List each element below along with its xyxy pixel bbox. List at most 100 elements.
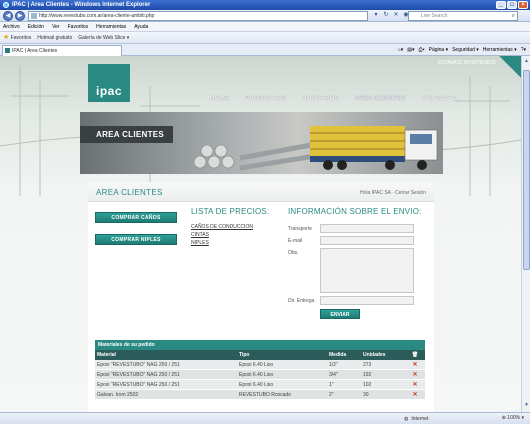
cmd-feeds-icon[interactable]: ▤▾ (407, 46, 414, 55)
ipac-logo[interactable]: ipac (88, 64, 130, 102)
price-link-niples[interactable]: NIPLES (191, 240, 209, 246)
site-nav: HOME PRODUCTOS NOSOTROS AREA CLIENTES CO… (210, 96, 457, 102)
email-input[interactable] (320, 236, 414, 245)
obs-label: Obs. (288, 250, 299, 256)
favorites-label: Favoritos (10, 35, 32, 41)
corner-ribbon (499, 56, 521, 78)
cmd-home-icon[interactable]: ⌂▾ (398, 46, 404, 55)
nav-area-clientes[interactable]: AREA CLIENTES (355, 96, 406, 102)
delete-icon[interactable]: ✕ (403, 370, 425, 380)
dropdown-icon[interactable]: ▾ (372, 11, 380, 20)
address-input[interactable]: http://www.revestubo.com.ar/area-cliente… (28, 11, 368, 21)
row-material: Galvan. Irom 2502 (97, 392, 139, 398)
table-row: Epoxi "REVESTUBO" NAG 250 / 251 Epoxi 6.… (95, 380, 425, 390)
globe-icon: ◍ (404, 416, 409, 422)
menu-ver[interactable]: Ver (52, 22, 60, 31)
row-medida: 2" (329, 392, 334, 398)
menu-favoritos[interactable]: Favoritos (68, 22, 89, 31)
favorites-button[interactable]: ★ Favoritos (3, 32, 31, 43)
security-zone[interactable]: ◍ Internet (404, 414, 428, 424)
menu-edicion[interactable]: Edición (28, 22, 44, 31)
menu-bar: Archivo Edición Ver Favoritos Herramient… (0, 22, 530, 32)
refresh-icon[interactable]: ↻ (382, 11, 390, 20)
scroll-up-icon[interactable]: ▲ (523, 58, 530, 66)
price-link-cintas[interactable]: CINTAS (191, 232, 209, 238)
price-link-canos[interactable]: CAÑOS DE CONDUCCION (191, 224, 253, 230)
row-medida: 3/4" (329, 372, 338, 378)
address-tools: ▾ ↻ ✕ ◉ (372, 11, 410, 20)
banner-title: AREA CLIENTES (80, 126, 173, 143)
maximize-button[interactable]: □ (507, 1, 517, 9)
dir-entrega-label: Dir. Entrega (288, 298, 315, 304)
zoom-label: 100% (507, 415, 521, 421)
cmd-pagina[interactable]: Página ▾ (429, 46, 448, 55)
search-input[interactable]: Live Search ⌕ (408, 11, 518, 21)
delete-icon[interactable]: ✕ (403, 390, 425, 400)
cmd-print-icon[interactable]: ⎙▾ (419, 46, 425, 55)
menu-ayuda[interactable]: Ayuda (134, 22, 148, 31)
address-toolbar: ◀ ▶ http://www.revestubo.com.ar/area-cli… (0, 10, 530, 22)
email-label: E-mail (288, 238, 303, 244)
zone-label: Internet (411, 416, 429, 422)
dir-entrega-input[interactable] (320, 296, 414, 305)
header-material: Material (97, 352, 116, 358)
delete-icon[interactable]: ✕ (403, 380, 425, 390)
cmd-herramientas[interactable]: Herramientas ▾ (483, 46, 517, 55)
cmd-seguridad[interactable]: Seguridad ▾ (452, 46, 479, 55)
shipping-title: INFORMACIÓN SOBRE EL ENVIO: (288, 207, 422, 216)
tab-label: IPAC | Area Clientes (12, 48, 58, 54)
forward-button[interactable]: ▶ (15, 11, 25, 21)
nav-productos[interactable]: PRODUCTOS (245, 96, 286, 102)
delete-icon[interactable]: ✕ (403, 360, 425, 370)
row-unidades: 273 (363, 362, 372, 368)
tab-area-clientes[interactable]: IPAC | Area Clientes (2, 45, 122, 56)
obs-textarea[interactable] (320, 248, 414, 293)
close-button[interactable]: × (518, 1, 528, 9)
window-titlebar: IPAC | Area Clientes - Windows Internet … (0, 0, 530, 10)
favorites-bar: ★ Favoritos Hotmail gratuito Galería de … (0, 32, 530, 44)
minimize-button[interactable]: _ (496, 1, 506, 9)
cmd-help[interactable]: ?▾ (521, 46, 526, 55)
zoom-icon: ⊕ (501, 415, 506, 421)
row-material: Epoxi "REVESTUBO" NAG 250 / 251 (97, 382, 180, 388)
fav-webslice[interactable]: Galería de Web Slice ▾ (78, 32, 129, 43)
table-row: Epoxi "REVESTUBO" NAG 250 / 251 Epoxi 6.… (95, 370, 425, 380)
content-header: AREA CLIENTES Hola IPAC SA · Cerrar Sesi… (88, 182, 434, 202)
row-tipo: Epoxi 6.40 Liso (239, 372, 274, 378)
row-tipo: Epoxi 6.40 Liso (239, 382, 274, 388)
nav-home[interactable]: HOME (210, 96, 229, 102)
ie-icon (3, 2, 9, 8)
row-material: Epoxi "REVESTUBO" NAG 250 / 251 (97, 372, 180, 378)
command-bar: ⌂▾ ▤▾ ⎙▾ Página ▾ Seguridad ▾ Herramient… (398, 46, 526, 55)
table-row: Galvan. Irom 2502 REVESTUBO Roscado 2" 3… (95, 390, 425, 400)
header-medida: Medida (329, 352, 347, 358)
page-icon (31, 13, 37, 19)
vertical-scrollbar[interactable]: ▲ ▼ (521, 56, 530, 412)
zoom-control[interactable]: ⊕ 100% ▾ (502, 413, 524, 424)
table-row: Epoxi "REVESTUBO" NAG 250 / 251 Epoxi 6.… (95, 360, 425, 370)
menu-herramientas[interactable]: Herramientas (96, 22, 126, 31)
nav-nosotros[interactable]: NOSOTROS (302, 96, 339, 102)
orders-table: Materiales de su pedido Material Tipo Me… (95, 340, 425, 412)
scroll-thumb[interactable] (523, 70, 530, 270)
row-tipo: Epoxi 6.40 Liso (239, 362, 274, 368)
stop-icon[interactable]: ✕ (392, 11, 400, 20)
transporte-label: Transporte (288, 226, 312, 232)
fav-hotmail[interactable]: Hotmail gratuito (37, 32, 72, 43)
menu-archivo[interactable]: Archivo (3, 22, 20, 31)
comprar-canos-button[interactable]: COMPRAR CAÑOS (95, 212, 177, 223)
nav-contacto[interactable]: CONTACTO (422, 96, 458, 102)
header-unidades: Unidades (363, 352, 386, 358)
scroll-down-icon[interactable]: ▼ (523, 402, 530, 410)
trash-icon: 🗑 (411, 352, 419, 358)
transporte-input[interactable] (320, 224, 414, 233)
search-icon[interactable]: ⌕ (512, 12, 515, 20)
enviar-button[interactable]: ENVIAR (320, 309, 360, 319)
address-url: http://www.revestubo.com.ar/area-cliente… (39, 13, 155, 19)
estamos-invirtiendo-link[interactable]: ESTAMOS INVIRTIENDO (438, 60, 496, 66)
star-icon: ★ (3, 34, 10, 41)
greeting-logout[interactable]: Hola IPAC SA · Cerrar Sesión (360, 190, 426, 196)
row-tipo: REVESTUBO Roscado (239, 392, 291, 398)
back-button[interactable]: ◀ (3, 11, 13, 21)
comprar-niples-button[interactable]: COMPRAR NIPLES (95, 234, 177, 245)
